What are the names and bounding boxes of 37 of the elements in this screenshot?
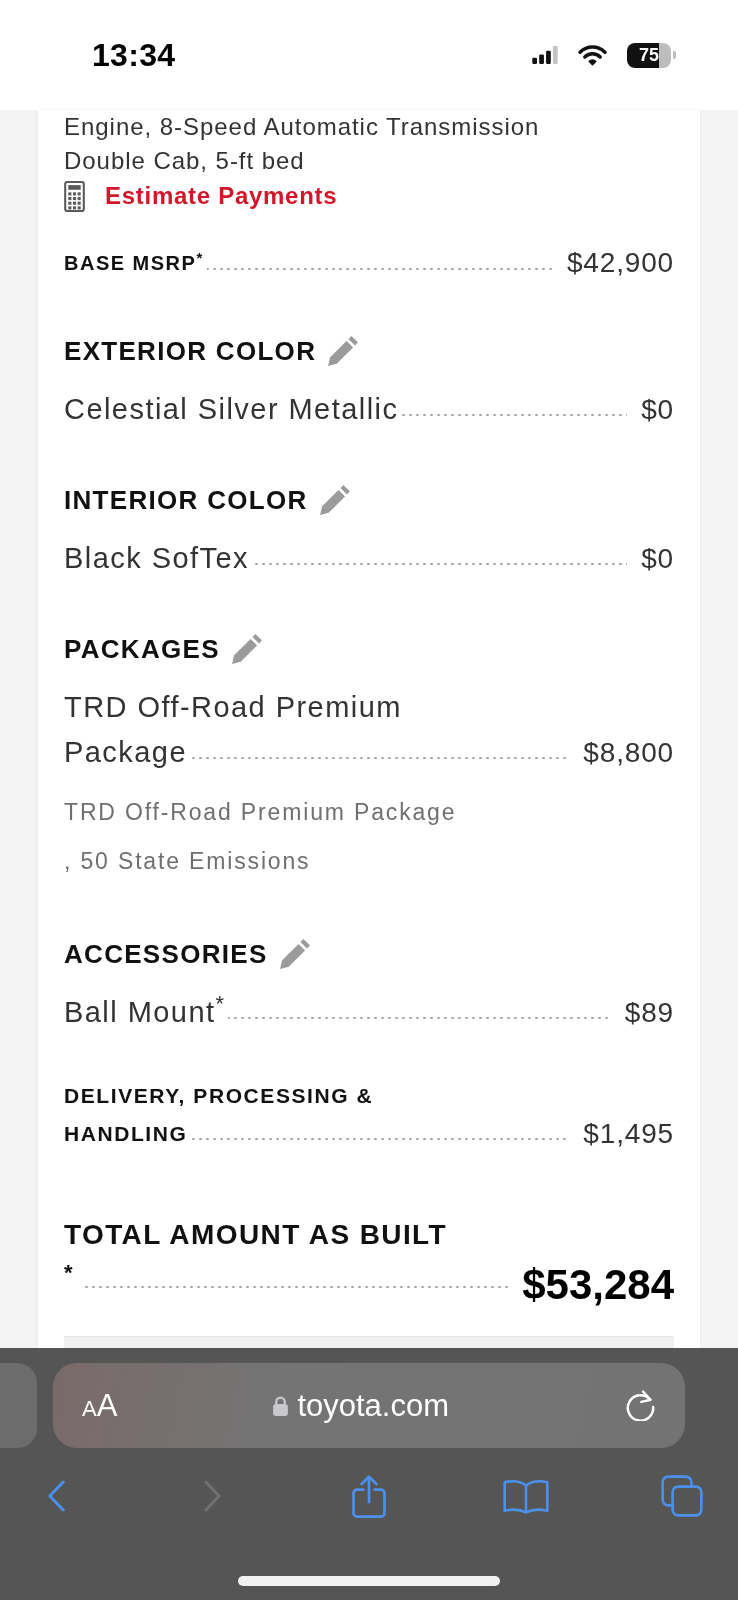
section-heading: EXTERIOR COLOR [64,335,317,368]
signal-icon [532,46,558,64]
url-text: toyota.com [297,1390,449,1421]
total-label: TOTAL AMOUNT AS BUILT [64,1218,448,1252]
section-heading: INTERIOR COLOR [64,484,308,517]
estimate-payments-link[interactable]: Estimate Payments [105,178,338,214]
pencil-icon[interactable] [328,336,359,366]
option-price: $8,800 [583,736,674,770]
option-price: $0 [641,542,674,576]
vehicle-detail: Engine, 8-Speed Automatic Transmission [64,112,541,142]
footnote-mark: * [64,1261,73,1285]
calculator-icon [64,180,85,212]
section-heading: PACKAGES [64,633,220,666]
pencil-icon[interactable] [279,939,310,969]
vehicle-detail: Double Cab, 5-ft bed [64,146,306,176]
pencil-icon[interactable] [231,634,262,664]
chevron-right-icon [204,1480,221,1512]
wifi-icon [578,44,607,66]
section-heading: ACCESSORIES [64,938,268,971]
clock-time: 13:34 [92,36,176,75]
text-size-button[interactable]: AA [82,1390,118,1421]
lock-icon [273,1395,289,1416]
option-description: TRD Off-Road Premium Package , 50 State Emissions [64,798,458,876]
total-price: $53,284 [522,1261,674,1309]
option-price: $0 [641,393,674,427]
option-price: $89 [624,996,674,1030]
address-bar[interactable]: AA toyota.com [53,1363,685,1448]
reload-icon[interactable] [625,1390,656,1421]
book-icon [502,1478,549,1514]
base-msrp-price: $42,900 [566,246,674,280]
tabs-button[interactable] [659,1473,705,1519]
delivery-price: $1,495 [583,1117,674,1151]
battery-percentage: 75 [639,46,659,64]
chevron-left-icon [47,1480,65,1512]
pencil-icon[interactable] [319,485,350,515]
squares-icon [661,1475,703,1517]
share-icon [352,1474,386,1518]
